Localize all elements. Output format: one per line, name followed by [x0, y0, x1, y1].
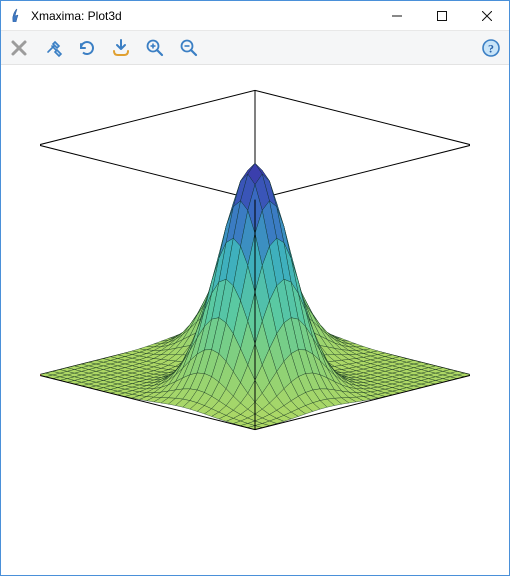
- surface-plot: [40, 80, 470, 560]
- save-icon[interactable]: [109, 36, 133, 60]
- toolbar: ?: [1, 31, 509, 65]
- close-window-button[interactable]: [464, 1, 509, 31]
- plot-area[interactable]: [1, 65, 509, 575]
- svg-text:?: ?: [488, 41, 494, 55]
- replot-icon[interactable]: [75, 36, 99, 60]
- zoom-out-icon[interactable]: [177, 36, 201, 60]
- maximize-button[interactable]: [419, 1, 464, 31]
- close-icon[interactable]: [7, 36, 31, 60]
- help-icon[interactable]: ?: [479, 36, 503, 60]
- titlebar: Xmaxima: Plot3d: [1, 1, 509, 31]
- window-controls: [374, 1, 509, 31]
- app-icon: [9, 8, 25, 24]
- minimize-button[interactable]: [374, 1, 419, 31]
- config-icon[interactable]: [41, 36, 65, 60]
- window-title: Xmaxima: Plot3d: [31, 9, 374, 23]
- zoom-in-icon[interactable]: [143, 36, 167, 60]
